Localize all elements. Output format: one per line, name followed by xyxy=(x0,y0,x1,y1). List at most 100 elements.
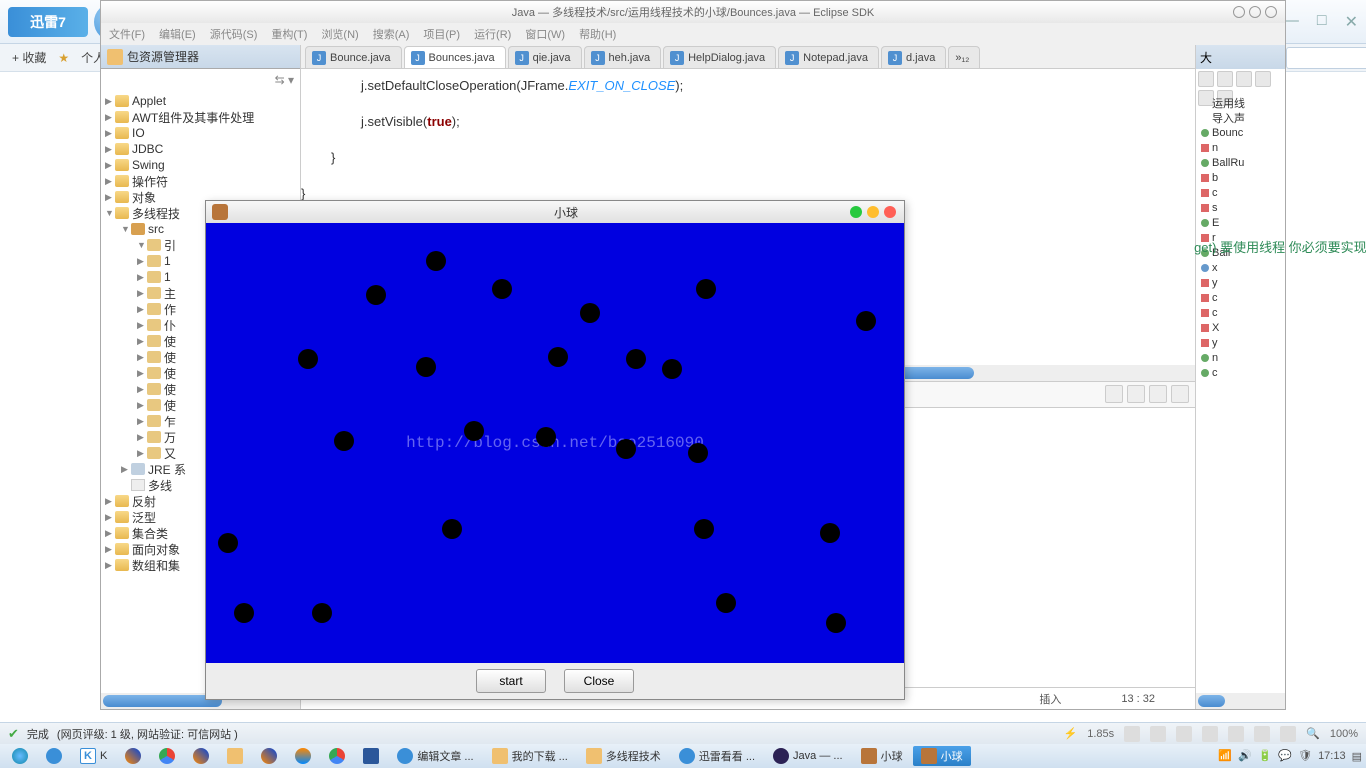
status-icon[interactable] xyxy=(1124,726,1140,742)
system-tray[interactable]: 📶🔊🔋💬🛡17:13▤ xyxy=(1218,749,1362,763)
console-btn[interactable] xyxy=(1127,385,1145,403)
outline-item[interactable]: c xyxy=(1198,185,1283,200)
editor-tab[interactable]: JBounces.java xyxy=(404,46,506,68)
taskbar-item[interactable] xyxy=(4,746,36,766)
status-icon[interactable] xyxy=(1176,726,1192,742)
outline-tree[interactable]: 运用线导入声BouncnBallRubcsErBallxyccXync xyxy=(1196,93,1285,693)
tree-item[interactable]: ▶Swing xyxy=(101,157,300,173)
outline-tools[interactable] xyxy=(1196,69,1285,93)
menu-item[interactable]: 帮助(H) xyxy=(579,26,616,42)
ball xyxy=(298,349,318,369)
zoom-icon[interactable]: 🔍 xyxy=(1306,727,1320,740)
outline-item[interactable]: 导入声 xyxy=(1198,110,1283,125)
outline-item[interactable]: c xyxy=(1198,305,1283,320)
taskbar-item[interactable]: KK xyxy=(72,746,115,766)
outline-item[interactable]: 运用线 xyxy=(1198,95,1283,110)
taskbar-item[interactable]: 小球 xyxy=(913,746,971,766)
bookmark-add[interactable]: + 收藏 xyxy=(12,49,46,66)
status-icon[interactable] xyxy=(1280,726,1296,742)
status-icon[interactable] xyxy=(1254,726,1270,742)
eclipse-menubar[interactable]: 文件(F) 编辑(E) 源代码(S) 重构(T) 浏览(N) 搜索(A) 项目(P) 运行(R… xyxy=(101,23,1285,45)
menu-item[interactable]: 重构(T) xyxy=(271,26,307,42)
taskbar-item[interactable] xyxy=(151,746,183,766)
outline-hscroll[interactable] xyxy=(1196,693,1285,709)
outline-item[interactable]: s xyxy=(1198,200,1283,215)
editor-tab[interactable]: JHelpDialog.java xyxy=(663,46,776,68)
taskbar-item[interactable]: Java — ... xyxy=(765,746,851,766)
start-button[interactable]: start xyxy=(476,669,546,693)
editor-tabs[interactable]: JBounce.javaJBounces.javaJqie.javaJheh.j… xyxy=(301,45,1195,69)
status-icon[interactable] xyxy=(1228,726,1244,742)
editor-tab[interactable]: JNotepad.java xyxy=(778,46,879,68)
editor-tab[interactable]: JBounce.java xyxy=(305,46,402,68)
console-btn[interactable] xyxy=(1105,385,1123,403)
menu-item[interactable]: 源代码(S) xyxy=(210,26,258,42)
outline-item[interactable]: E xyxy=(1198,215,1283,230)
editor-tab[interactable]: Jqie.java xyxy=(508,46,582,68)
window-close-icon[interactable]: ✕ xyxy=(1345,12,1358,32)
ball xyxy=(856,311,876,331)
outline-item[interactable]: c xyxy=(1198,365,1283,380)
taskbar-item[interactable]: 我的下载 ... xyxy=(484,746,576,766)
tree-item[interactable]: ▶JDBC xyxy=(101,141,300,157)
ball xyxy=(426,251,446,271)
menu-item[interactable]: 运行(R) xyxy=(474,26,511,42)
dialog-titlebar[interactable]: 小球 xyxy=(206,201,904,223)
menu-item[interactable]: 编辑(E) xyxy=(159,26,196,42)
outline-item[interactable]: n xyxy=(1198,140,1283,155)
insert-mode: 插入 xyxy=(1039,691,1061,707)
status-speed: 1.85s xyxy=(1087,728,1114,740)
menu-item[interactable]: 窗口(W) xyxy=(525,26,565,42)
status-info: (网页评级: 1 级, 网站验证: 可信网站 ) xyxy=(57,726,238,742)
taskbar[interactable]: KK 编辑文章 ...我的下载 ...多线程技术迅雷看看 ...Java — ..… xyxy=(0,744,1366,768)
taskbar-item[interactable] xyxy=(355,746,387,766)
taskbar-item[interactable]: 小球 xyxy=(853,746,911,766)
window-max-icon[interactable]: □ xyxy=(1317,12,1327,32)
outline-item[interactable]: n xyxy=(1198,350,1283,365)
outline-item[interactable]: x xyxy=(1198,260,1283,275)
eclipse-close-icon[interactable] xyxy=(1265,6,1277,18)
taskbar-item[interactable] xyxy=(185,746,217,766)
editor-tab[interactable]: Jheh.java xyxy=(584,46,662,68)
outline-item[interactable]: b xyxy=(1198,170,1283,185)
taskbar-item[interactable] xyxy=(321,746,353,766)
outline-item[interactable]: c xyxy=(1198,290,1283,305)
taskbar-item[interactable] xyxy=(287,746,319,766)
status-icon[interactable] xyxy=(1150,726,1166,742)
close-button[interactable]: Close xyxy=(564,669,634,693)
tree-item[interactable]: ▶IO xyxy=(101,125,300,141)
status-icon[interactable] xyxy=(1202,726,1218,742)
taskbar-item[interactable]: 多线程技术 xyxy=(578,746,669,766)
editor-tab[interactable]: Jd.java xyxy=(881,46,946,68)
console-btn[interactable] xyxy=(1149,385,1167,403)
outline-item[interactable]: y xyxy=(1198,275,1283,290)
taskbar-item[interactable] xyxy=(38,746,70,766)
tree-item[interactable]: ▶Applet xyxy=(101,93,300,109)
tree-item[interactable]: ▶AWT组件及其事件处理 xyxy=(101,109,300,125)
tabs-overflow[interactable]: »₁₂ xyxy=(948,46,980,68)
dialog-max-icon[interactable] xyxy=(867,206,879,218)
menu-item[interactable]: 文件(F) xyxy=(109,26,145,42)
dialog-close-icon[interactable] xyxy=(884,206,896,218)
outline-item[interactable]: Bounc xyxy=(1198,125,1283,140)
eclipse-min-icon[interactable] xyxy=(1233,6,1245,18)
menu-item[interactable]: 项目(P) xyxy=(423,26,460,42)
ball xyxy=(688,443,708,463)
outline-item[interactable]: y xyxy=(1198,335,1283,350)
taskbar-item[interactable] xyxy=(219,746,251,766)
ball xyxy=(616,439,636,459)
tree-item[interactable]: ▶操作符 xyxy=(101,173,300,189)
dialog-min-icon[interactable] xyxy=(850,206,862,218)
menu-item[interactable]: 搜索(A) xyxy=(373,26,410,42)
taskbar-item[interactable]: 迅雷看看 ... xyxy=(671,746,763,766)
taskbar-item[interactable] xyxy=(253,746,285,766)
taskbar-item[interactable] xyxy=(117,746,149,766)
package-explorer-tools[interactable]: ⇆ ▾ xyxy=(101,69,300,91)
outline-item[interactable]: X xyxy=(1198,320,1283,335)
outline-item[interactable]: BallRu xyxy=(1198,155,1283,170)
console-btn[interactable] xyxy=(1171,385,1189,403)
right-search-input[interactable] xyxy=(1286,47,1366,69)
menu-item[interactable]: 浏览(N) xyxy=(321,26,358,42)
taskbar-item[interactable]: 编辑文章 ... xyxy=(389,746,481,766)
eclipse-max-icon[interactable] xyxy=(1249,6,1261,18)
